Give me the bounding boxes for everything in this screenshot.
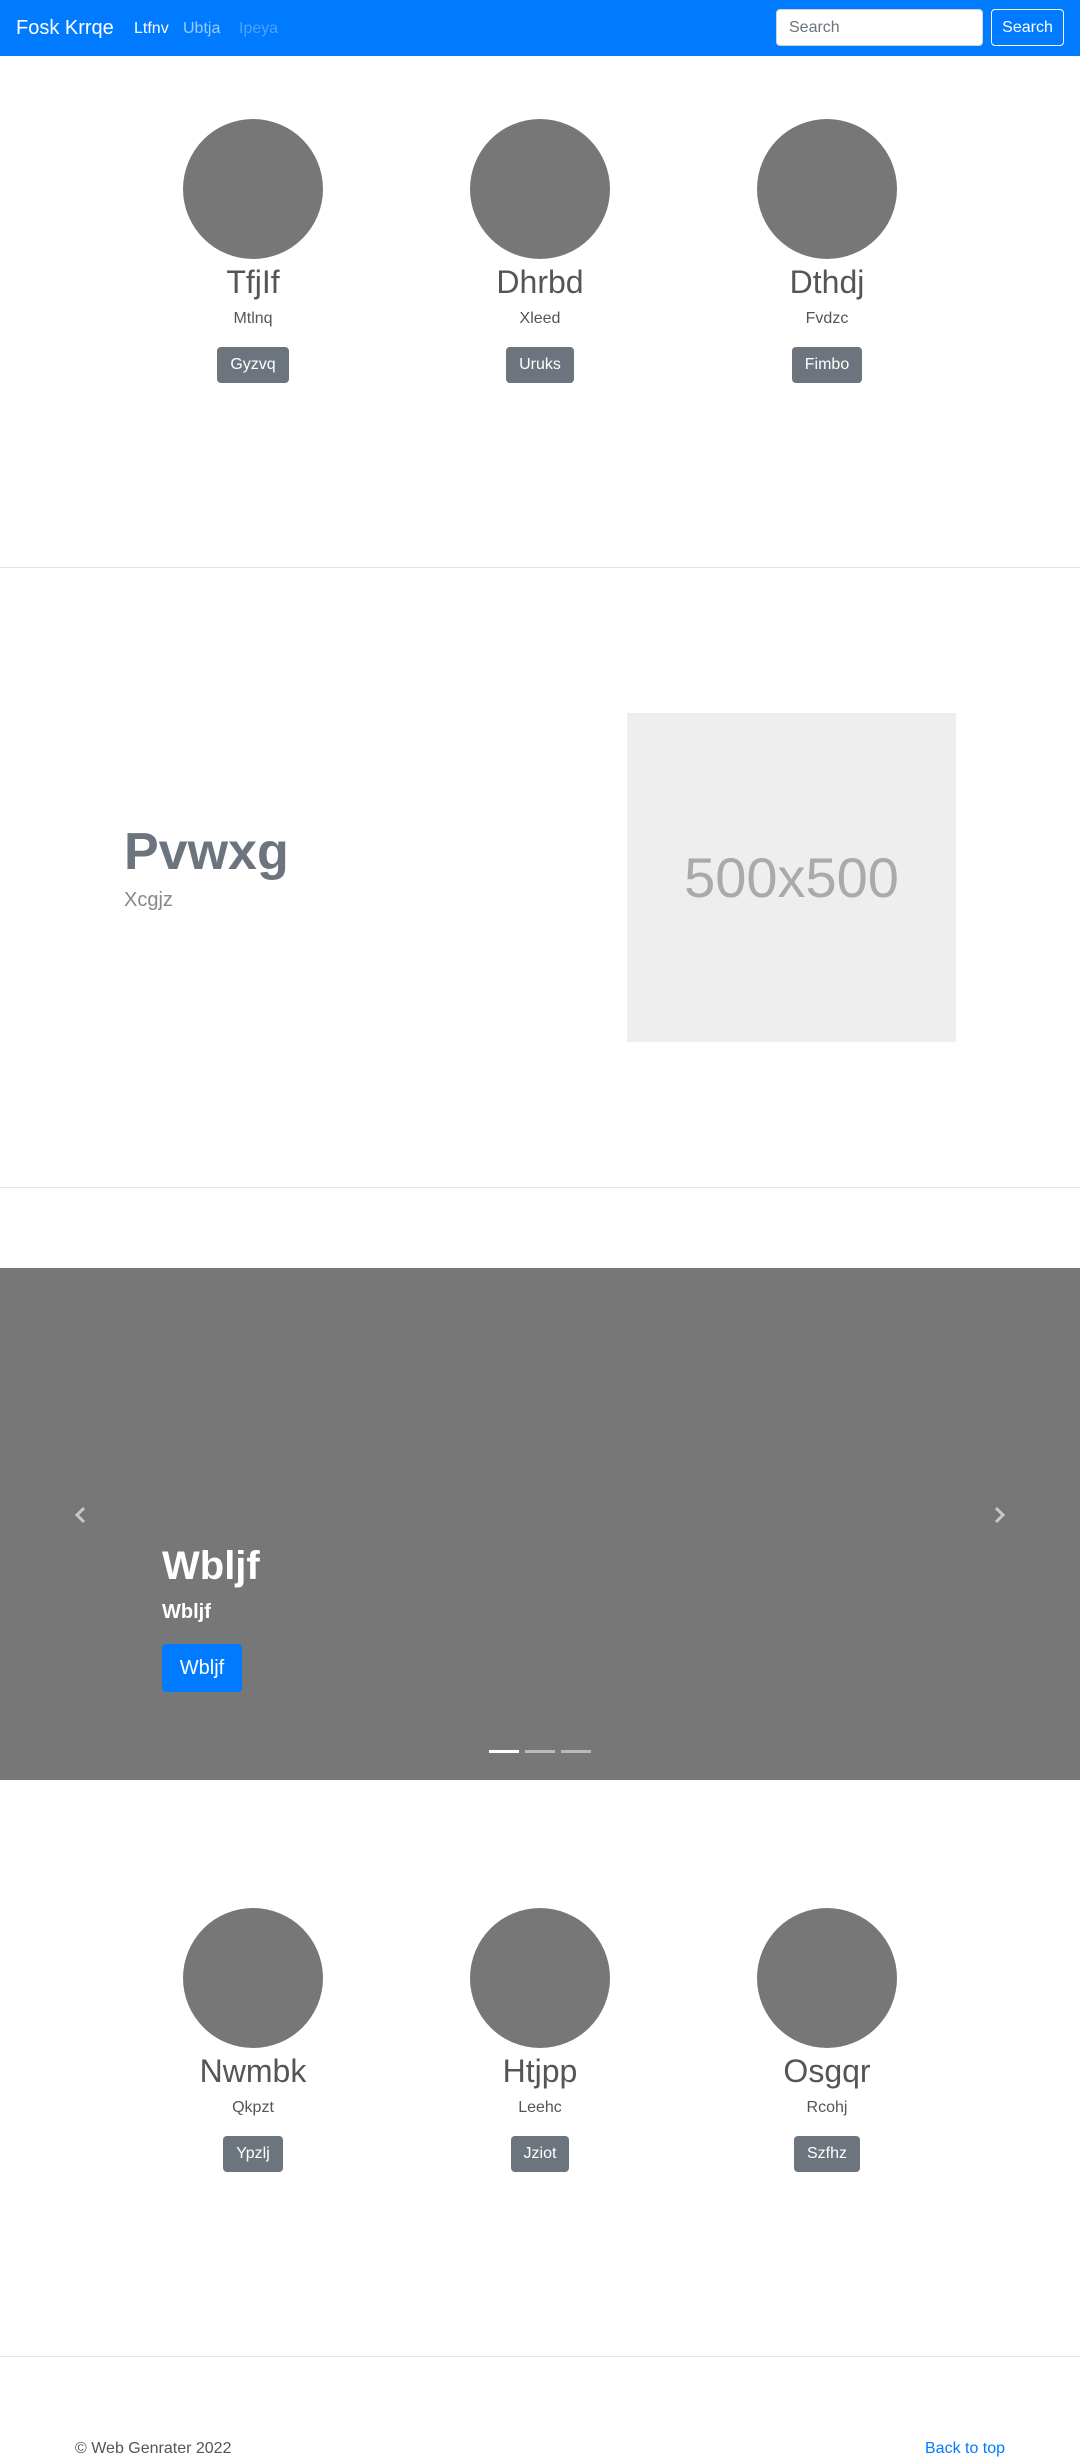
feature-subtitle: Xcgjz	[124, 889, 173, 911]
section-divider	[0, 567, 1080, 568]
profile-name: Dhrbd	[496, 264, 584, 300]
profile-name: TfjIf	[226, 264, 280, 300]
profile-name: Nwmbk	[199, 2053, 307, 2089]
profile-card: Dhrbd Xleed Uruks	[420, 119, 660, 383]
avatar-placeholder	[470, 119, 610, 259]
image-placeholder: 500x500	[627, 713, 956, 1042]
avatar-placeholder	[757, 1908, 897, 2048]
chevron-left-icon	[74, 1506, 86, 1524]
brand-link[interactable]: Fosk Krrqe	[16, 16, 114, 40]
search-input[interactable]	[776, 9, 983, 46]
avatar-placeholder	[470, 1908, 610, 2048]
profile-subtitle: Qkpzt	[232, 2099, 274, 2116]
footer-copyright: © Web Genrater 2022	[75, 2440, 232, 2457]
nav-link-ipeya: Ipeya	[239, 20, 279, 37]
avatar-placeholder	[183, 1908, 323, 2048]
carousel-title: Wbljf	[162, 1544, 260, 1588]
image-placeholder-label: 500x500	[684, 846, 899, 909]
profile-name: Dthdj	[789, 264, 865, 300]
back-to-top-link[interactable]: Back to top	[925, 2440, 1005, 2458]
carousel-cta-button[interactable]: Wbljf	[162, 1644, 242, 1692]
profile-button[interactable]: Jziot	[510, 2136, 570, 2172]
profile-name: Htjpp	[502, 2053, 578, 2089]
profile-subtitle: Leehc	[518, 2099, 562, 2116]
section-divider	[0, 1187, 1080, 1188]
avatar-placeholder	[757, 119, 897, 259]
profile-card: Nwmbk Qkpzt Ypzlj	[133, 1908, 373, 2172]
profile-subtitle: Mtlnq	[233, 310, 273, 327]
nav-link-ltfnv[interactable]: Ltfnv	[134, 19, 169, 39]
profile-button[interactable]: Fimbo	[791, 347, 863, 383]
carousel-indicator-3[interactable]	[561, 1750, 591, 1753]
profile-button[interactable]: Uruks	[506, 347, 574, 383]
carousel-next-button[interactable]	[984, 1500, 1014, 1530]
avatar-placeholder	[183, 119, 323, 259]
search-button[interactable]: Search	[991, 9, 1064, 46]
nav-link-ubtja[interactable]: Ubtja	[183, 19, 220, 39]
profile-card: Htjpp Leehc Jziot	[420, 1908, 660, 2172]
profile-button[interactable]: Szfhz	[793, 2136, 860, 2172]
feature-title: Pvwxg	[124, 823, 289, 881]
profile-subtitle: Xleed	[519, 310, 561, 327]
profile-card: Osgqr Rcohj Szfhz	[707, 1908, 947, 2172]
carousel-indicator-1[interactable]	[489, 1750, 519, 1753]
carousel-subtitle: Wbljf	[162, 1601, 211, 1623]
profile-name: Osgqr	[783, 2053, 871, 2089]
profile-card: TfjIf Mtlnq Gyzvq	[133, 119, 373, 383]
profile-card: Dthdj Fvdzc Fimbo	[707, 119, 947, 383]
section-divider	[0, 2356, 1080, 2357]
profile-button[interactable]: Gyzvq	[217, 347, 289, 383]
profile-subtitle: Rcohj	[806, 2099, 848, 2116]
carousel: Wbljf Wbljf Wbljf	[0, 1268, 1080, 1780]
navbar: Fosk Krrqe Ltfnv Ubtja Ipeya Search	[0, 0, 1080, 56]
carousel-prev-button[interactable]	[66, 1500, 96, 1530]
profile-subtitle: Fvdzc	[805, 310, 849, 327]
carousel-indicator-2[interactable]	[525, 1750, 555, 1753]
profile-button[interactable]: Ypzlj	[223, 2136, 283, 2172]
chevron-right-icon	[994, 1506, 1006, 1524]
